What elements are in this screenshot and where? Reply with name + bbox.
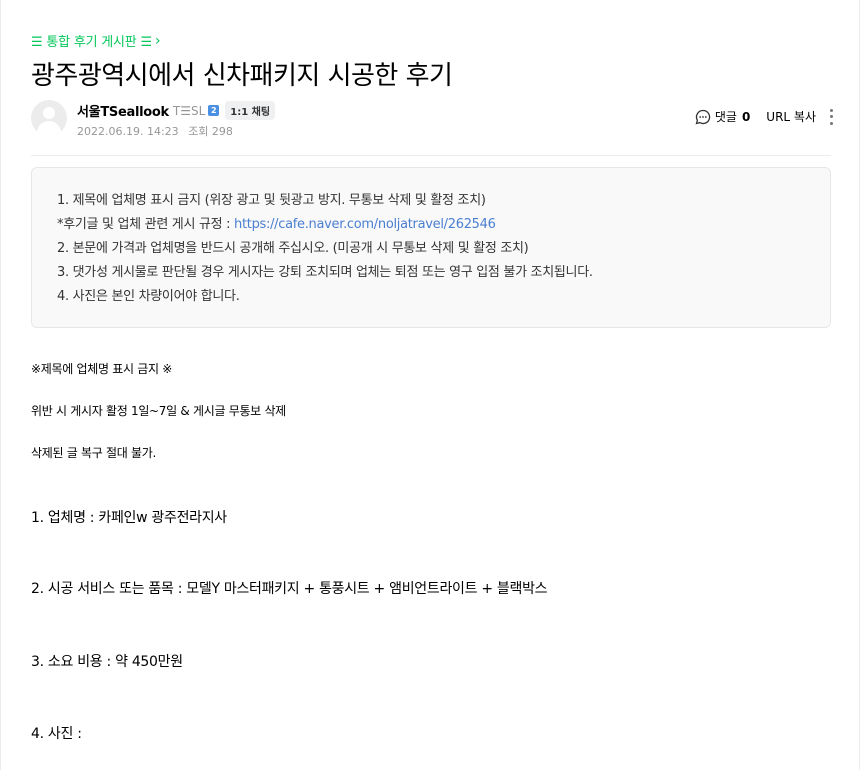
url-copy-button[interactable]: URL 복사 (766, 108, 816, 125)
comment-icon[interactable] (695, 109, 711, 125)
notice-line: 1. 제목에 업체명 표시 금지 (위장 광고 및 뒷광고 방지. 무통보 삭제… (57, 193, 486, 208)
notice-line: 3. 댓가성 게시물로 판단될 경우 게시자는 강퇴 조치되며 업체는 퇴점 또… (57, 265, 593, 280)
avatar-head-shape (43, 107, 55, 119)
notice-line: 4. 사진은 본인 차량이어야 합니다. (57, 289, 240, 304)
review-item-cost: 3. 소요 비용 : 약 450만원 (31, 654, 183, 670)
board-link[interactable]: ☰ 통합 후기 게시판 ☰ › (31, 31, 161, 51)
author-grade: T☰SL (172, 103, 206, 118)
review-item-company: 1. 업체명 : 카페인w 광주전라지사 (31, 510, 227, 526)
avatar-body-shape (37, 121, 61, 136)
notice-line: *후기글 및 업체 관련 게시 규정 : https://cafe.naver.… (57, 213, 830, 237)
warning-title: ※제목에 업체명 표시 금지 ※ (31, 362, 172, 376)
grade-badge-icon: 2 (208, 105, 220, 116)
view-count: 조회 298 (188, 125, 233, 138)
warning-restore: 삭제된 글 복구 절대 불가. (31, 446, 156, 460)
author-row: 서울TSeallook T☰SL 2 1:1 채팅 (77, 101, 276, 120)
chevron-right-icon: › (154, 32, 161, 49)
review-item-photos: 4. 사진 : (31, 726, 82, 742)
article-frame: ☰ 통합 후기 게시판 ☰ › 광주광역시에서 신차패키지 시공한 후기 서울T… (0, 0, 860, 770)
comment-label[interactable]: 댓글 (715, 108, 737, 125)
article-tools: 댓글 0 URL 복사 (695, 108, 833, 125)
more-icon[interactable] (829, 108, 833, 125)
board-link-label: ☰ 통합 후기 게시판 ☰ (31, 35, 152, 50)
post-meta: 2022.06.19. 14:23 조회 298 (77, 123, 233, 139)
review-item-service: 2. 시공 서비스 또는 품목 : 모델Y 마스터패키지 + 통풍시트 + 앰비… (31, 581, 548, 597)
rules-link[interactable]: https://cafe.naver.com/noljatravel/26254… (234, 217, 496, 232)
notice-box: 1. 제목에 업체명 표시 금지 (위장 광고 및 뒷광고 방지. 무통보 삭제… (31, 167, 831, 328)
comment-count[interactable]: 0 (742, 110, 750, 124)
warning-penalty: 위반 시 게시자 활정 1일~7일 & 게시글 무통보 삭제 (31, 404, 286, 418)
chat-button[interactable]: 1:1 채팅 (225, 101, 276, 120)
post-date: 2022.06.19. 14:23 (77, 125, 179, 138)
header-divider (31, 155, 831, 156)
notice-line: 2. 본문에 가격과 업체명을 반드시 공개해 주십시오. (미공개 시 무통보… (57, 241, 529, 256)
post-title: 광주광역시에서 신차패키지 시공한 후기 (31, 61, 453, 91)
notice-rule-prefix: *후기글 및 업체 관련 게시 규정 : (57, 217, 235, 232)
author-nickname[interactable]: 서울TSeallook (77, 101, 169, 120)
avatar[interactable] (31, 100, 67, 136)
